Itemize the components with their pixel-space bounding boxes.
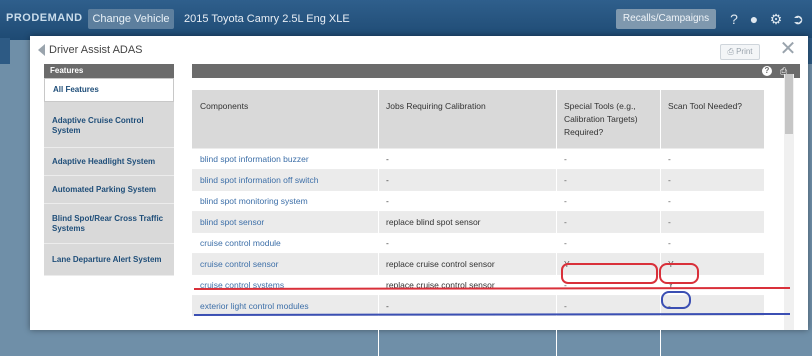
column-divider bbox=[378, 90, 379, 356]
print-button[interactable]: ⎙ Print bbox=[720, 44, 760, 60]
table-row: blind spot sensor replace blind spot sen… bbox=[192, 211, 764, 232]
scan-tool-cell: - bbox=[668, 196, 671, 206]
scan-tool-cell: - bbox=[668, 175, 671, 185]
modal-title-text: Driver Assist ADAS bbox=[49, 44, 143, 56]
jobs-cell: - bbox=[386, 196, 389, 206]
sidebar-item-automated-parking[interactable]: Automated Parking System bbox=[44, 176, 174, 204]
component-link[interactable]: blind spot information buzzer bbox=[200, 149, 309, 169]
modal-title: Driver Assist ADAS bbox=[38, 44, 143, 57]
vehicle-title: 2015 Toyota Camry 2.5L Eng XLE bbox=[184, 13, 350, 25]
jobs-cell: - bbox=[386, 175, 389, 185]
sidebar-item-label: Adaptive Cruise Control System bbox=[52, 115, 144, 135]
sidebar-item-label: Blind Spot/Rear Cross Traffic Systems bbox=[52, 213, 164, 233]
special-tools-cell: - bbox=[564, 196, 567, 206]
settings-icon[interactable]: ⚙ bbox=[766, 9, 786, 29]
column-header-components: Components bbox=[200, 101, 249, 111]
table-row: blind spot monitoring system - - - bbox=[192, 190, 764, 211]
special-tools-cell: - bbox=[564, 217, 567, 227]
table-row: exterior light control modules - - - bbox=[192, 295, 764, 316]
jobs-cell: replace cruise control sensor bbox=[386, 280, 495, 290]
component-link[interactable]: cruise control module bbox=[200, 233, 281, 253]
chat-icon[interactable]: ● bbox=[744, 9, 764, 29]
help-icon[interactable]: ? bbox=[762, 66, 772, 76]
component-link[interactable]: cruise control systems bbox=[200, 275, 284, 295]
jobs-cell: replace cruise control sensor bbox=[386, 259, 495, 269]
component-link[interactable]: exterior light control modules bbox=[200, 296, 309, 316]
scan-tool-cell: Y bbox=[668, 259, 674, 269]
special-tools-cell: - bbox=[564, 238, 567, 248]
app-header: PRODEMAND Change Vehicle 2015 Toyota Cam… bbox=[0, 0, 812, 40]
change-vehicle-button[interactable]: Change Vehicle bbox=[88, 9, 174, 29]
scrollbar-thumb[interactable] bbox=[785, 74, 793, 134]
table-row: cruise control systems replace cruise co… bbox=[192, 274, 764, 295]
sidebar-item-adaptive-headlight[interactable]: Adaptive Headlight System bbox=[44, 148, 174, 176]
table-header: Components Jobs Requiring Calibration Sp… bbox=[192, 90, 764, 148]
sidebar-item-lane-departure[interactable]: Lane Departure Alert System bbox=[44, 244, 174, 276]
column-header-special-tools: Special Tools (e.g., Calibration Targets… bbox=[564, 101, 638, 137]
special-tools-cell: - bbox=[564, 301, 567, 311]
column-header-scan-tool: Scan Tool Needed? bbox=[668, 101, 743, 111]
special-tools-cell: - bbox=[564, 154, 567, 164]
sidebar-item-label: Automated Parking System bbox=[52, 184, 157, 194]
jobs-cell: replace blind spot sensor bbox=[386, 217, 481, 227]
column-divider bbox=[660, 90, 661, 356]
jobs-cell: - bbox=[386, 301, 389, 311]
adas-modal: Driver Assist ADAS ⎙ Print ✕ Features Al… bbox=[30, 36, 808, 356]
sidebar-item-label: Adaptive Headlight System bbox=[52, 156, 156, 166]
component-link[interactable]: cruise control sensor bbox=[200, 254, 278, 274]
column-header-jobs: Jobs Requiring Calibration bbox=[386, 101, 486, 111]
sidebar-item-label: Lane Departure Alert System bbox=[52, 254, 162, 264]
table-row: cruise control sensor replace cruise con… bbox=[192, 253, 764, 274]
component-link[interactable]: blind spot monitoring system bbox=[200, 191, 308, 211]
scan-tool-cell: - bbox=[668, 217, 671, 227]
special-tools-cell: Y bbox=[564, 259, 570, 269]
help-icon[interactable]: ? bbox=[724, 9, 744, 29]
column-divider bbox=[556, 90, 557, 356]
special-tools-cell: - bbox=[564, 175, 567, 185]
content-toolbar: ? ⎙ bbox=[192, 64, 800, 78]
left-edge-tab[interactable] bbox=[0, 38, 10, 64]
print-button-label: Print bbox=[736, 47, 753, 56]
scan-tool-cell: - bbox=[668, 238, 671, 248]
sidebar-header: Features bbox=[44, 64, 174, 78]
back-arrow-icon[interactable] bbox=[38, 44, 45, 57]
scan-tool-cell: Y bbox=[668, 280, 674, 290]
jobs-cell: - bbox=[386, 154, 389, 164]
app-logo: PRODEMAND bbox=[6, 12, 83, 24]
component-link[interactable]: blind spot sensor bbox=[200, 212, 264, 232]
recalls-campaigns-button[interactable]: Recalls/Campaigns bbox=[616, 9, 716, 29]
logout-icon[interactable]: ➲ bbox=[788, 9, 808, 29]
table-row: blind spot information buzzer - - - bbox=[192, 148, 764, 169]
close-icon[interactable]: ✕ bbox=[778, 38, 798, 60]
scan-tool-cell: - bbox=[668, 301, 671, 311]
special-tools-cell: - bbox=[564, 280, 567, 290]
component-link[interactable]: blind spot information off switch bbox=[200, 170, 318, 190]
modal-scrollbar[interactable] bbox=[784, 74, 794, 330]
sidebar-item-all-features[interactable]: All Features bbox=[44, 78, 174, 102]
sidebar-item-label: All Features bbox=[53, 85, 99, 94]
features-sidebar: Features All Features Adaptive Cruise Co… bbox=[44, 64, 174, 276]
table-row: blind spot information off switch - - - bbox=[192, 169, 764, 190]
sidebar-item-adaptive-cruise-control[interactable]: Adaptive Cruise Control System bbox=[44, 104, 174, 148]
scan-tool-cell: - bbox=[668, 154, 671, 164]
sidebar-item-blind-spot[interactable]: Blind Spot/Rear Cross Traffic Systems bbox=[44, 204, 174, 244]
jobs-cell: - bbox=[386, 238, 389, 248]
table-row: cruise control module - - - bbox=[192, 232, 764, 253]
